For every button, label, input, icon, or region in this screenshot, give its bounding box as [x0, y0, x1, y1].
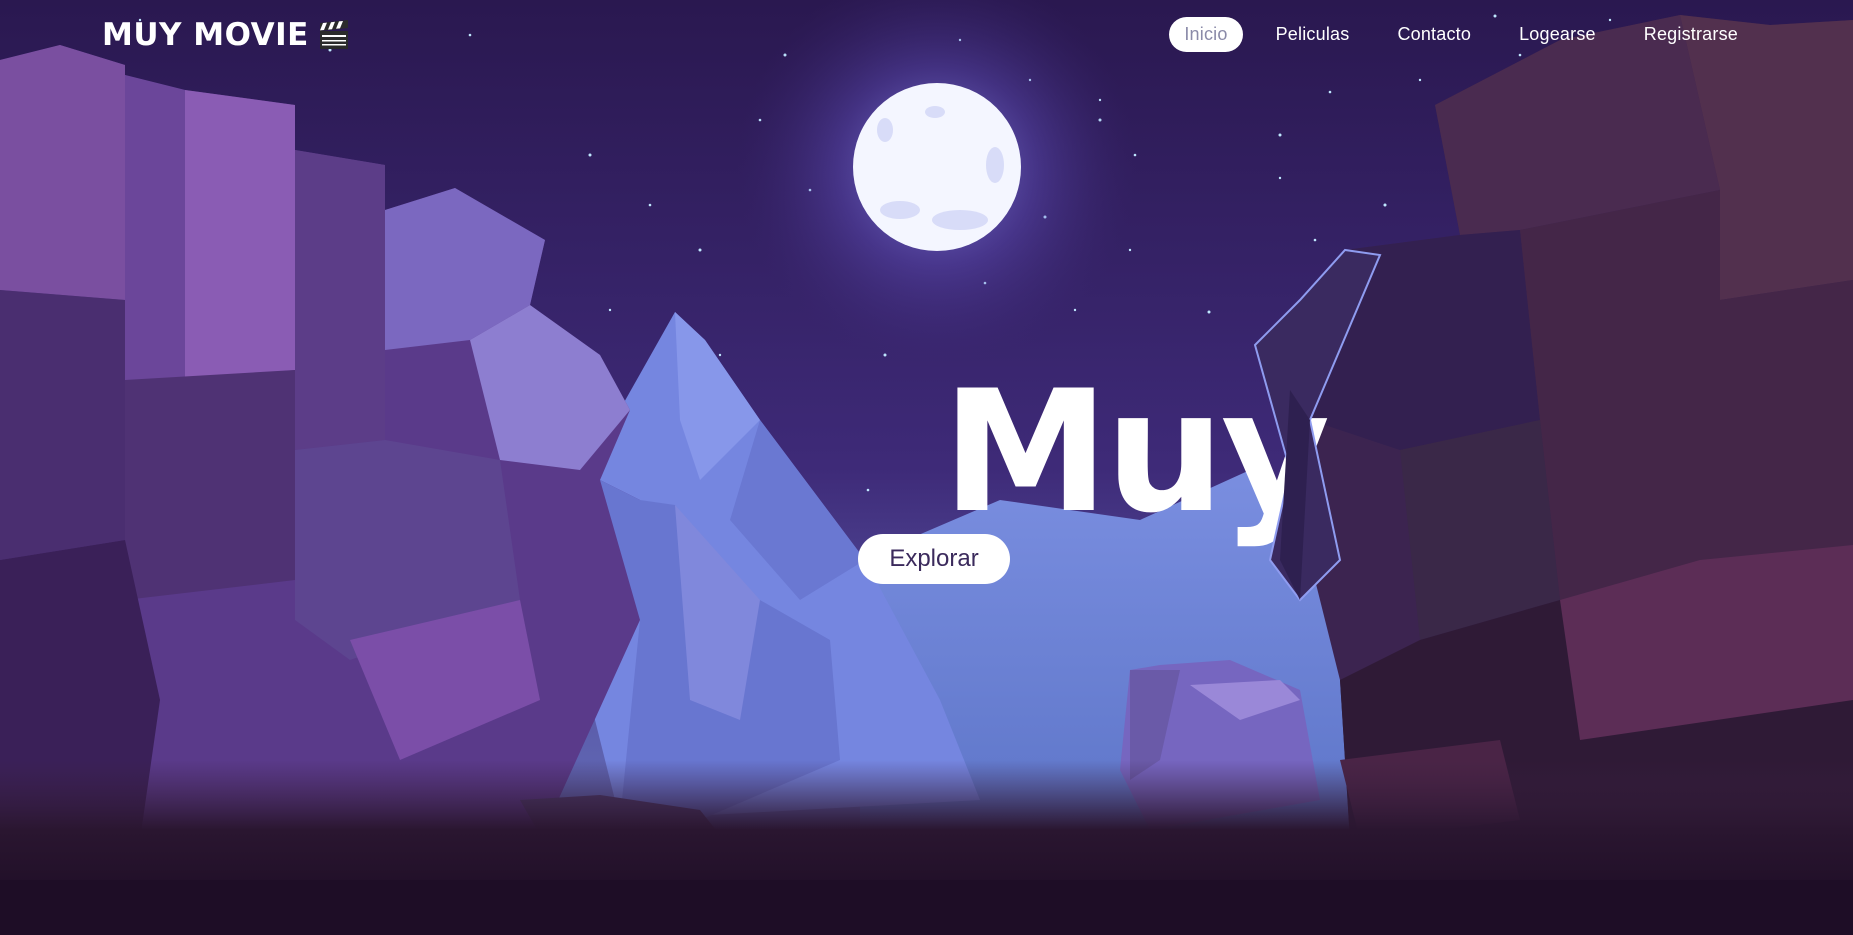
- brand-logo[interactable]: MUY MOVIE: [102, 13, 351, 57]
- nav-item-logearse[interactable]: Logearse: [1504, 17, 1611, 52]
- explore-button[interactable]: Explorar: [858, 534, 1010, 584]
- nav-item-inicio[interactable]: Inicio: [1169, 17, 1243, 52]
- hero-background-illustration: [0, 0, 1853, 935]
- page: MUY MOVIE Inicio Peliculas Contacto Loge…: [0, 0, 1853, 935]
- nav-item-registrarse[interactable]: Registrarse: [1629, 17, 1753, 52]
- hero-title: Muy: [942, 354, 1330, 550]
- nav-item-contacto[interactable]: Contacto: [1382, 17, 1486, 52]
- brand-name: MUY MOVIE: [102, 17, 309, 53]
- navbar: MUY MOVIE Inicio Peliculas Contacto Loge…: [0, 0, 1853, 70]
- nav-item-peliculas[interactable]: Peliculas: [1261, 17, 1365, 52]
- clapperboard-icon: [319, 20, 348, 49]
- nav-links: Inicio Peliculas Contacto Logearse Regis…: [1169, 17, 1753, 52]
